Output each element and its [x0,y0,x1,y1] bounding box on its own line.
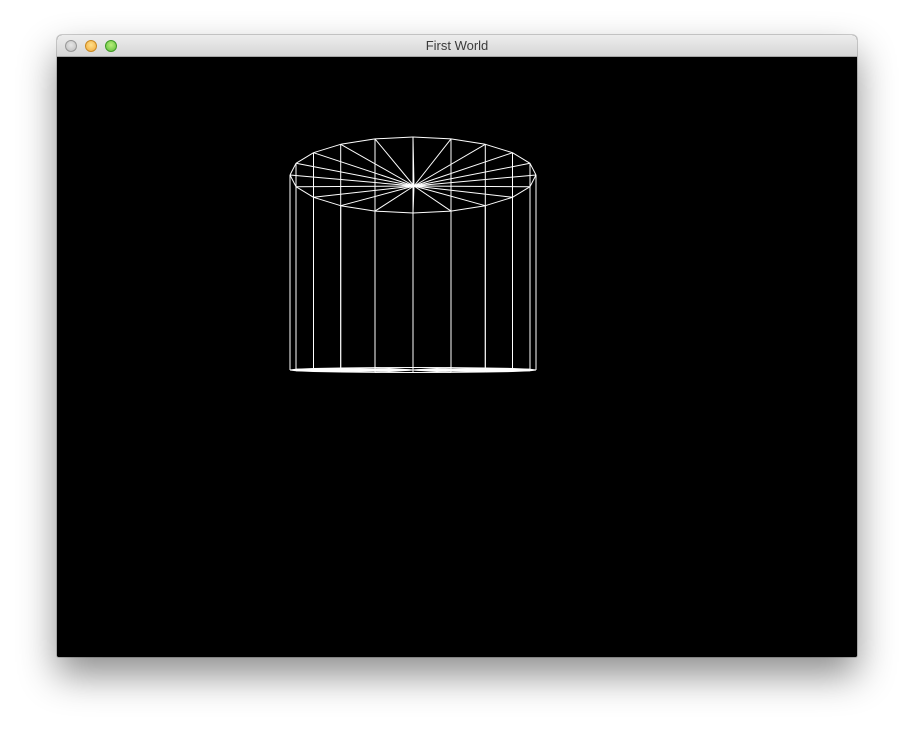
top-rim-edge [340,205,376,212]
render-viewport[interactable] [57,57,857,657]
top-rim-edge [313,196,341,207]
top-rim-edge [485,143,513,154]
top-rim-edge [485,196,513,207]
top-rim-edge [450,138,486,145]
top-rim-edge [512,186,531,198]
top-rim-edge [412,210,452,214]
top-cap-spoke [413,174,537,187]
window-title: First World [425,38,489,53]
app-window: First World [57,35,857,657]
top-cap-spoke [413,138,452,187]
wireframe-scene [289,136,537,373]
top-rim-edge [313,143,341,154]
top-rim-edge [289,174,297,187]
top-rim-edge [340,138,376,145]
top-rim-edge [529,163,537,176]
top-cap-spoke [289,174,415,187]
top-rim-edge [512,152,531,164]
top-rim-edge [295,186,314,198]
top-rim-edge [289,163,297,176]
title-bar[interactable]: First World [57,35,857,57]
top-rim-edge [374,136,414,140]
top-rim-edge [412,136,452,140]
top-cap-spoke [340,185,415,207]
top-cap-spoke [374,138,415,187]
top-rim-edge [529,174,537,187]
top-rim-edge [295,152,314,164]
top-rim-edge [374,210,414,214]
top-cap-spoke [413,185,486,207]
top-rim-edge [450,205,486,212]
